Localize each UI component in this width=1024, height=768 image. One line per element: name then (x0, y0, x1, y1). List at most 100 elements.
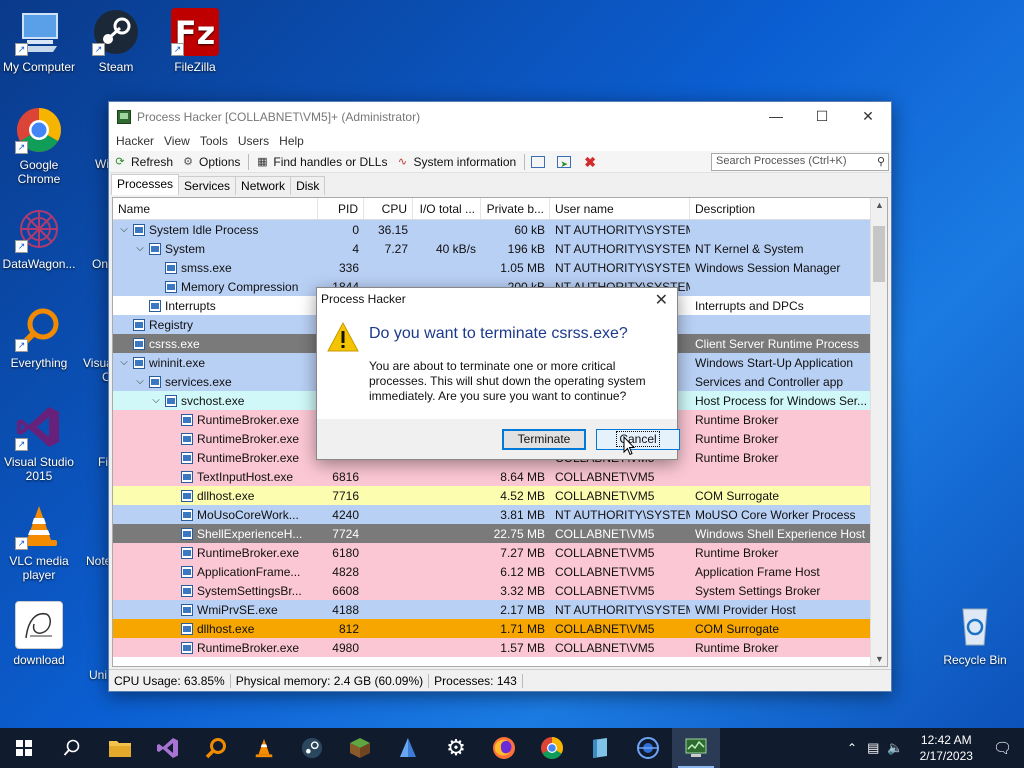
folder-icon (109, 741, 131, 757)
table-row[interactable]: SystemSettingsBr... 6608 3.32 MB COLLABNET\… (113, 581, 887, 600)
vertical-scrollbar[interactable]: ▲ ▼ (870, 198, 887, 666)
column-io-total[interactable]: I/O total ... (413, 198, 481, 219)
taskbar-process-hacker[interactable] (672, 728, 720, 768)
cell-desc: COM Surrogate (695, 621, 780, 636)
scroll-down-icon[interactable]: ▼ (871, 654, 887, 664)
expand-chevron-icon[interactable]: ⌵ (150, 395, 162, 406)
scrollbar-thumb[interactable] (873, 226, 885, 282)
taskbar-firefox[interactable] (480, 728, 528, 768)
windows-logo-icon (16, 740, 32, 756)
search-taskbar-button[interactable] (48, 728, 96, 768)
minimize-icon[interactable]: — (753, 102, 799, 131)
expand-chevron-icon[interactable]: ⌵ (118, 224, 130, 235)
maximize-icon[interactable]: ☐ (799, 102, 845, 131)
expand-chevron-icon[interactable]: ⌵ (134, 243, 146, 254)
options-button[interactable]: ⚙ Options (181, 155, 240, 169)
system-information-button[interactable]: ∿ System information (395, 155, 516, 169)
desktop-icon-everything[interactable]: ↗ Everything (1, 304, 77, 370)
window-target-button[interactable]: ➤ (557, 155, 575, 169)
column-name[interactable]: Name (113, 198, 318, 219)
gear-icon: ⚙ (446, 735, 466, 760)
desktop-icon-visual-studio[interactable]: ↗ Visual Studio 2015 (1, 403, 77, 483)
taskbar-app-blue[interactable] (384, 728, 432, 768)
network-icon[interactable]: ▤ (863, 740, 883, 756)
taskbar-notepad-app[interactable] (576, 728, 624, 768)
desktop-icon-recycle-bin[interactable]: Recycle Bin (937, 601, 1013, 667)
cell-user: NT AUTHORITY\SYSTEM (555, 241, 690, 256)
cell-desc: Runtime Broker (695, 412, 779, 427)
taskbar-settings[interactable]: ⚙ (432, 728, 480, 768)
notification-icon[interactable]: 🗨 (985, 739, 1024, 757)
cell-desc: System Settings Broker (695, 583, 821, 598)
volume-icon[interactable]: 🔈 (883, 740, 907, 756)
desktop-icon-datawagon[interactable]: ↗ DataWagon... (1, 205, 77, 271)
dialog-title-bar[interactable]: Process Hacker ✕ (317, 288, 677, 310)
taskbar-minecraft[interactable] (336, 728, 384, 768)
tab-disk[interactable]: Disk (290, 176, 326, 195)
table-row[interactable]: dllhost.exe 812 1.71 MB COLLABNET\VM5 COM Su… (113, 619, 887, 638)
desktop-icon-download[interactable]: download (1, 601, 77, 667)
menu-hacker[interactable]: Hacker (111, 134, 159, 148)
search-input[interactable]: Search Processes (Ctrl+K) ⚲ (711, 153, 889, 171)
terminate-button[interactable]: Terminate (502, 429, 586, 450)
window-view-button[interactable] (531, 155, 549, 168)
cell-desc: MoUSO Core Worker Process (695, 507, 856, 522)
partial-desktop-label: On (92, 257, 109, 271)
table-row[interactable]: ⌵ System Idle Process 0 36.15 60 kB NT AUTHOR… (113, 220, 887, 239)
column-description[interactable]: Description (690, 198, 871, 219)
start-button[interactable] (0, 728, 48, 768)
table-row[interactable]: MoUsoCoreWork... 4240 3.81 MB NT AUTHORITY\… (113, 505, 887, 524)
table-row[interactable]: ⌵ System 4 7.27 40 kB/s 196 kB NT AUTHORITY\SY… (113, 239, 887, 258)
taskbar-vlc[interactable] (240, 728, 288, 768)
close-icon[interactable]: ✕ (845, 102, 891, 131)
expand-chevron-icon[interactable]: ⌵ (134, 376, 146, 387)
cell-priv: 8.64 MB (500, 469, 545, 484)
process-name: RuntimeBroker.exe (197, 412, 300, 427)
taskbar-network-app[interactable] (624, 728, 672, 768)
taskbar-steam[interactable] (288, 728, 336, 768)
desktop-icon-my-computer[interactable]: ↗ My Computer (1, 8, 77, 74)
tab-services[interactable]: Services (178, 176, 237, 195)
refresh-button[interactable]: ⟳ Refresh (113, 155, 173, 169)
desktop-icon-steam[interactable]: ↗ Steam (78, 8, 154, 74)
desktop-icon-google-chrome[interactable]: ↗ Google Chrome (1, 106, 77, 186)
cell-priv: 7.27 MB (500, 545, 545, 560)
table-row[interactable]: TextInputHost.exe 6816 8.64 MB COLLABNET\VM… (113, 467, 887, 486)
tab-network[interactable]: Network (235, 176, 292, 195)
menu-tools[interactable]: Tools (195, 134, 233, 148)
warning-icon (327, 321, 359, 352)
dialog-close-icon[interactable]: ✕ (655, 290, 668, 310)
desktop-icon-vlc[interactable]: ↗ VLC media player (1, 502, 77, 582)
cell-user: COLLABNET\VM5 (555, 488, 655, 503)
tab-processes[interactable]: Processes (111, 174, 180, 195)
column-user-name[interactable]: User name (550, 198, 690, 219)
column-cpu[interactable]: CPU (364, 198, 413, 219)
menu-users[interactable]: Users (233, 134, 274, 148)
expand-chevron-icon[interactable]: ⌵ (118, 357, 130, 368)
menu-view[interactable]: View (159, 134, 195, 148)
red-x-icon: ✖ (584, 153, 597, 170)
table-row[interactable]: dllhost.exe 7716 4.52 MB COLLABNET\VM5 COM S… (113, 486, 887, 505)
taskbar-file-explorer[interactable] (96, 728, 144, 768)
scroll-up-icon[interactable]: ▲ (871, 200, 887, 210)
table-row[interactable]: RuntimeBroker.exe 4980 1.57 MB COLLABNET\VM… (113, 638, 887, 657)
title-bar[interactable]: Process Hacker [COLLABNET\VM5]+ (Adminis… (109, 102, 891, 131)
taskbar-visual-studio[interactable] (144, 728, 192, 768)
table-row[interactable]: ShellExperienceH... 7724 22.75 MB COLLABNET… (113, 524, 887, 543)
cell-desc: Runtime Broker (695, 545, 779, 560)
terminate-toolbar-button[interactable]: ✖ (583, 155, 601, 169)
column-pid[interactable]: PID (318, 198, 364, 219)
chevron-up-icon[interactable]: ⌃ (841, 741, 863, 755)
table-row[interactable]: RuntimeBroker.exe 6180 7.27 MB COLLABNET\VM… (113, 543, 887, 562)
menu-help[interactable]: Help (274, 134, 309, 148)
desktop-icon-filezilla[interactable]: Fz ↗ FileZilla (157, 8, 233, 74)
find-handles-button[interactable]: ▦ Find handles or DLLs (255, 155, 387, 169)
table-row[interactable]: WmiPrvSE.exe 4188 2.17 MB NT AUTHORITY\SYST… (113, 600, 887, 619)
table-row[interactable]: ApplicationFrame... 4828 6.12 MB COLLABNET\… (113, 562, 887, 581)
cancel-button[interactable]: Cancel (596, 429, 680, 450)
clock[interactable]: 12:42 AM 2/17/2023 (908, 732, 985, 764)
taskbar-chrome[interactable] (528, 728, 576, 768)
taskbar-everything[interactable] (192, 728, 240, 768)
column-private-bytes[interactable]: Private b... (481, 198, 550, 219)
table-row[interactable]: smss.exe 336 1.05 MB NT AUTHORITY\SYSTEM Win… (113, 258, 887, 277)
